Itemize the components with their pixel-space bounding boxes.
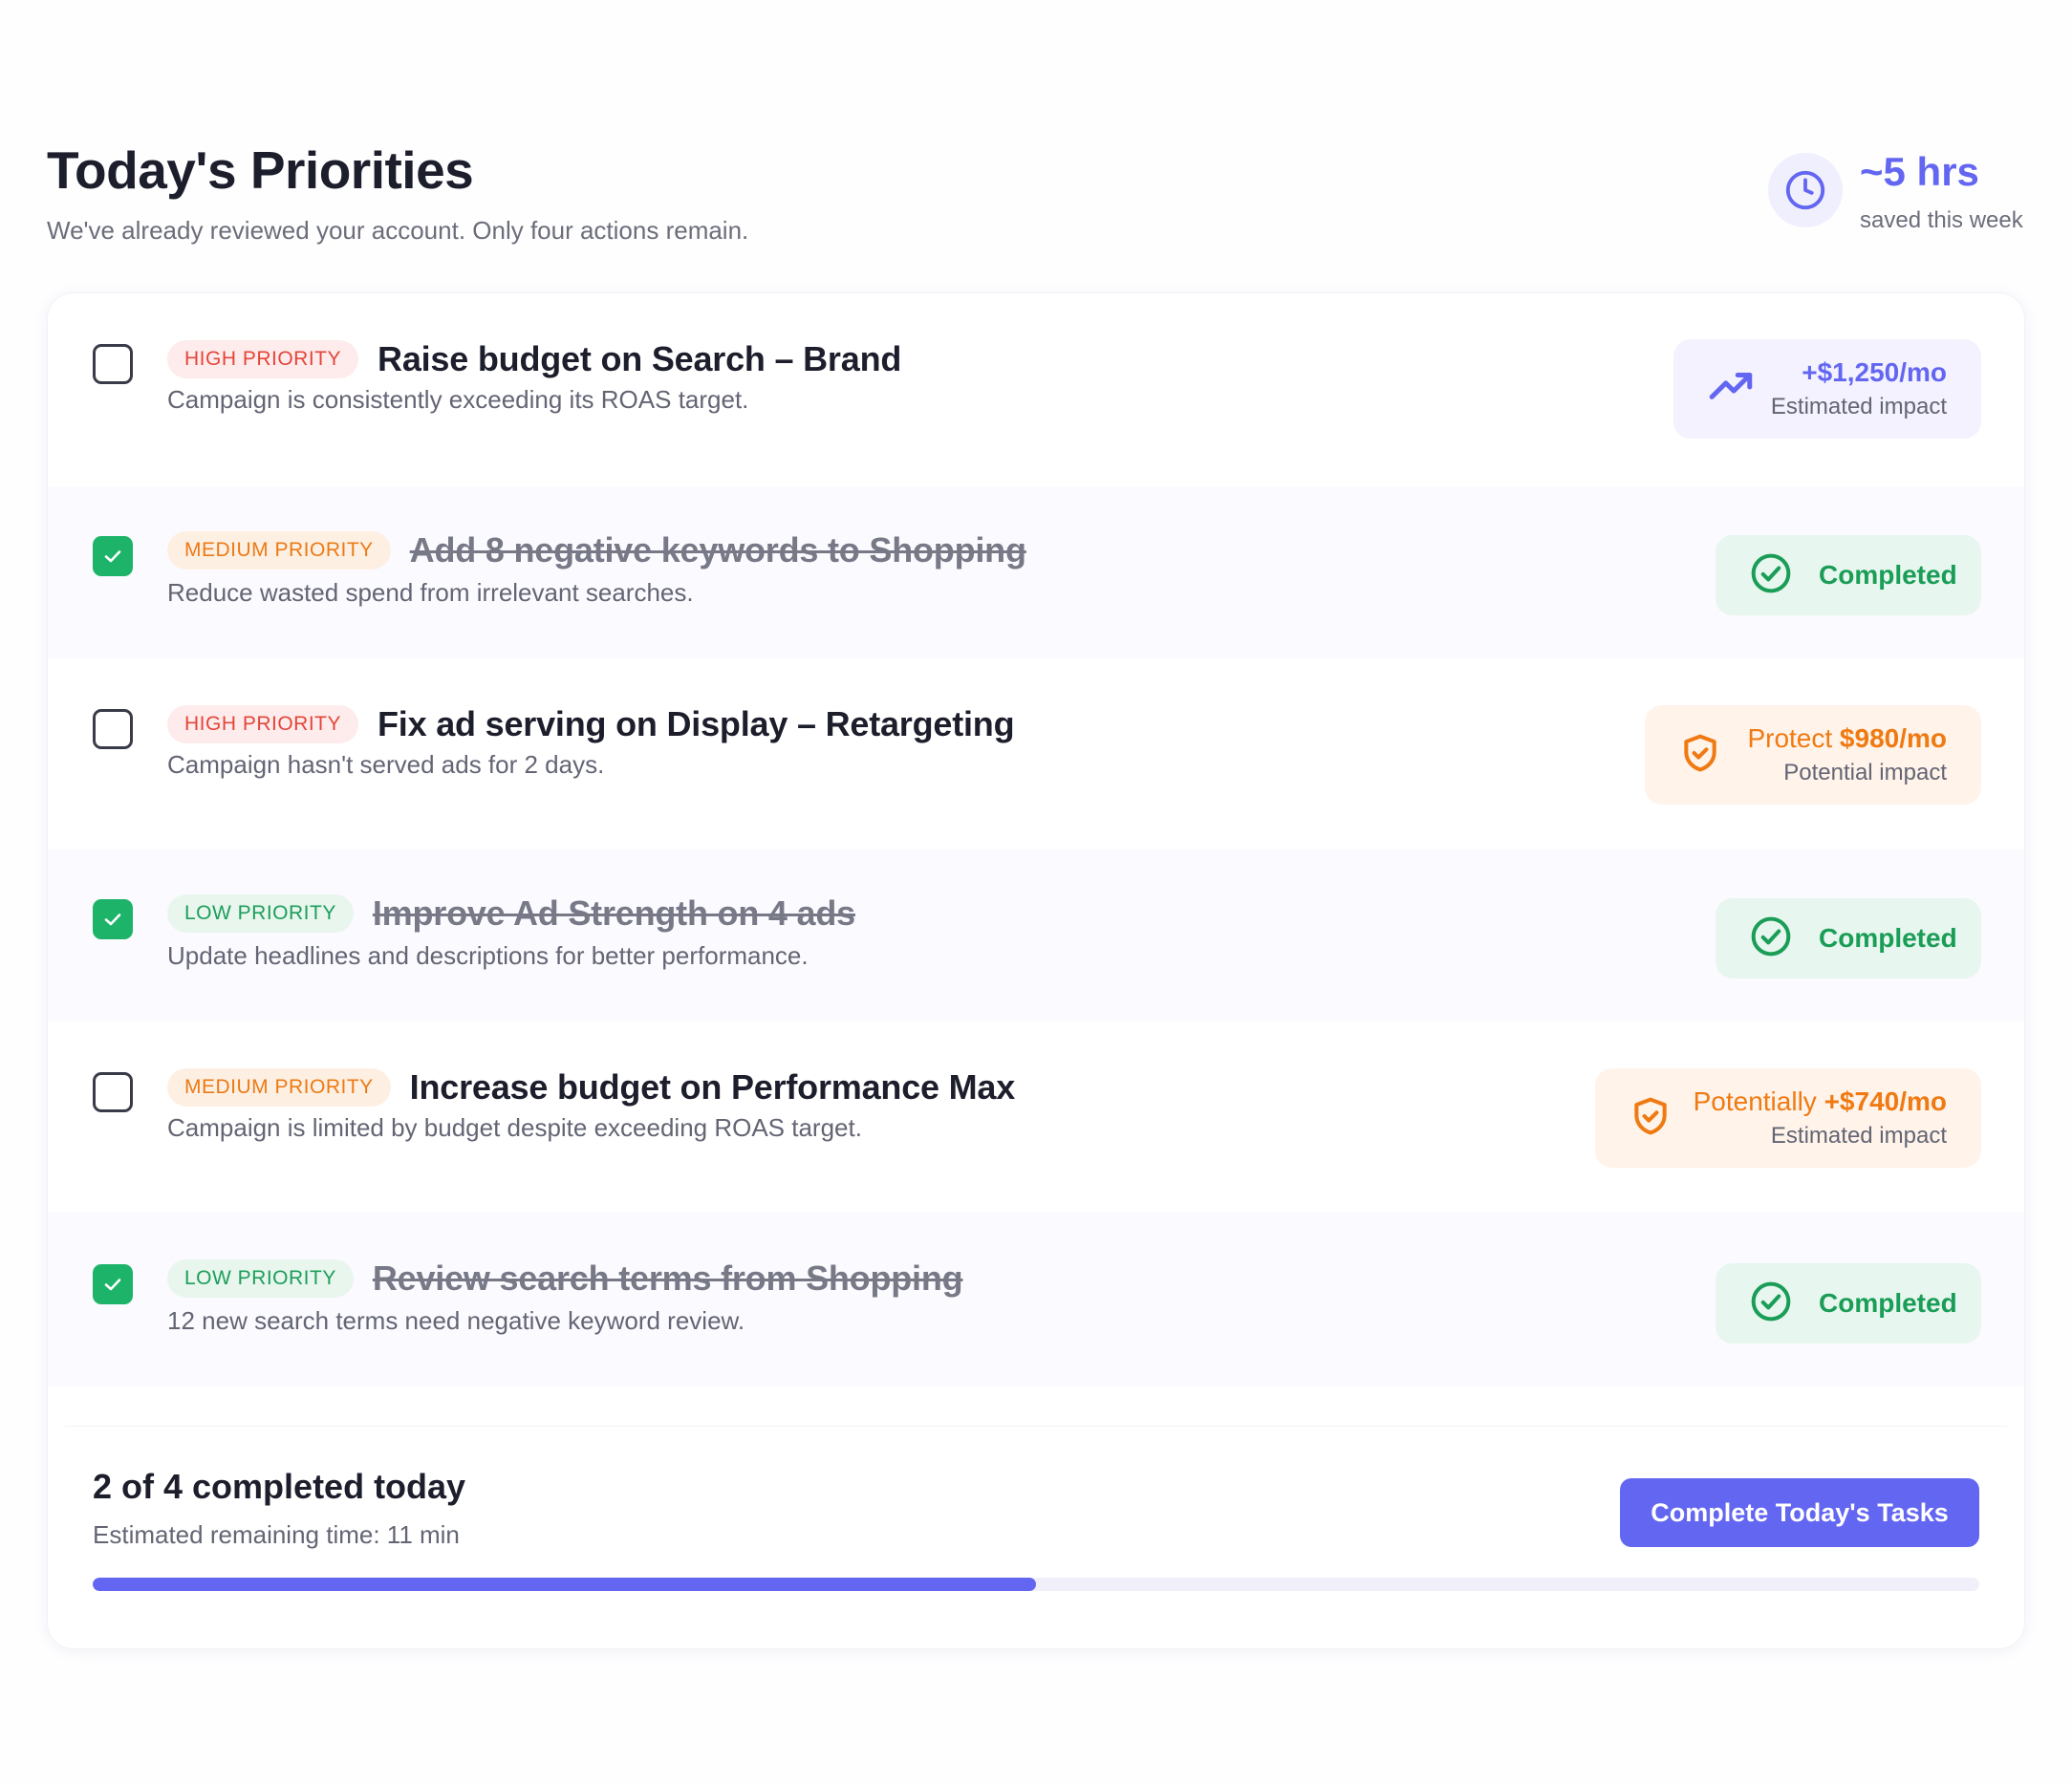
priority-badge: LOW PRIORITY: [167, 894, 354, 933]
task-row: HIGH PRIORITY Fix ad serving on Display …: [48, 658, 2024, 849]
impact-value: +$1,250/mo: [1802, 357, 1947, 387]
time-saved-widget: ~5 hrs saved this week: [1768, 149, 2023, 235]
task-title: Improve Ad Strength on 4 ads: [372, 893, 855, 933]
task-title: Add 8 negative keywords to Shopping: [409, 530, 1026, 570]
impact-label: Potential impact: [1783, 760, 1947, 785]
task-description: Reduce wasted spend from irrelevant sear…: [167, 578, 694, 607]
trending-up-icon: [1708, 363, 1756, 416]
page-title: Today's Priorities: [47, 140, 474, 200]
page-subtitle: We've already reviewed your account. Onl…: [47, 216, 749, 245]
check-circle-icon: [1750, 1280, 1792, 1327]
task-description: Update headlines and descriptions for be…: [167, 941, 809, 970]
footer-divider: [65, 1426, 2007, 1427]
priority-badge: MEDIUM PRIORITY: [167, 531, 391, 570]
check-icon: [104, 914, 121, 926]
completed-badge: Completed: [1716, 535, 1981, 615]
task-title: Increase budget on Performance Max: [409, 1067, 1016, 1107]
completed-badge: Completed: [1716, 898, 1981, 979]
priority-badge: LOW PRIORITY: [167, 1259, 354, 1298]
completion-summary: 2 of 4 completed today: [93, 1467, 466, 1506]
remaining-time: Estimated remaining time: 11 min: [93, 1520, 460, 1549]
impact-badge: +$1,250/mo Estimated impact: [1673, 339, 1981, 439]
task-description: Campaign is limited by budget despite ex…: [167, 1113, 862, 1142]
task-checkbox[interactable]: [93, 709, 133, 749]
task-checkbox[interactable]: [93, 1264, 133, 1304]
task-title: Raise budget on Search – Brand: [378, 339, 902, 378]
impact-label: Estimated impact: [1770, 394, 1947, 419]
task-row: MEDIUM PRIORITY Increase budget on Perfo…: [48, 1022, 2024, 1213]
complete-tasks-button[interactable]: Complete Today's Tasks: [1620, 1478, 1979, 1547]
completed-badge: Completed: [1716, 1263, 1981, 1344]
time-saved-value: ~5 hrs: [1860, 149, 1979, 194]
shield-icon: [1630, 1095, 1672, 1142]
task-row: LOW PRIORITY Review search terms from Sh…: [48, 1213, 2024, 1387]
impact-value: $980/mo: [1839, 723, 1947, 753]
priority-badge: MEDIUM PRIORITY: [167, 1068, 391, 1107]
task-row: HIGH PRIORITY Raise budget on Search – B…: [48, 293, 2024, 486]
priority-badge: HIGH PRIORITY: [167, 705, 359, 743]
completed-label: Completed: [1819, 923, 1957, 953]
completed-label: Completed: [1819, 560, 1957, 590]
check-icon: [104, 1279, 121, 1291]
page-header: Today's Priorities We've already reviewe…: [47, 138, 748, 247]
priorities-card: HIGH PRIORITY Raise budget on Search – B…: [47, 292, 2025, 1649]
task-checkbox[interactable]: [93, 899, 133, 939]
impact-badge: Potentially +$740/mo Estimated impact: [1595, 1068, 1981, 1168]
task-description: Campaign hasn't served ads for 2 days.: [167, 750, 605, 779]
task-description: 12 new search terms need negative keywor…: [167, 1306, 745, 1335]
task-title: Review search terms from Shopping: [372, 1258, 963, 1298]
check-circle-icon: [1750, 915, 1792, 962]
time-saved-label: saved this week: [1860, 207, 2023, 233]
task-description: Campaign is consistently exceeding its R…: [167, 385, 749, 414]
task-row: LOW PRIORITY Improve Ad Strength on 4 ad…: [48, 849, 2024, 1022]
check-icon: [104, 550, 121, 563]
progress-bar: [93, 1578, 1979, 1591]
impact-prefix: Potentially: [1693, 1086, 1824, 1116]
clock-icon: [1768, 153, 1843, 227]
page: Today's Priorities We've already reviewe…: [0, 0, 2072, 1785]
check-circle-icon: [1750, 552, 1792, 599]
priority-badge: HIGH PRIORITY: [167, 340, 359, 378]
impact-label: Estimated impact: [1770, 1123, 1947, 1149]
task-title: Fix ad serving on Display – Retargeting: [378, 704, 1015, 743]
shield-icon: [1679, 732, 1721, 779]
impact-prefix: Protect: [1747, 723, 1840, 753]
impact-value: +$740/mo: [1824, 1086, 1947, 1116]
task-checkbox[interactable]: [93, 344, 133, 384]
completed-label: Completed: [1819, 1288, 1957, 1318]
progress-fill: [93, 1578, 1036, 1591]
task-row: MEDIUM PRIORITY Add 8 negative keywords …: [48, 486, 2024, 658]
task-checkbox[interactable]: [93, 1072, 133, 1112]
task-checkbox[interactable]: [93, 536, 133, 576]
impact-badge: Protect $980/mo Potential impact: [1645, 705, 1981, 805]
